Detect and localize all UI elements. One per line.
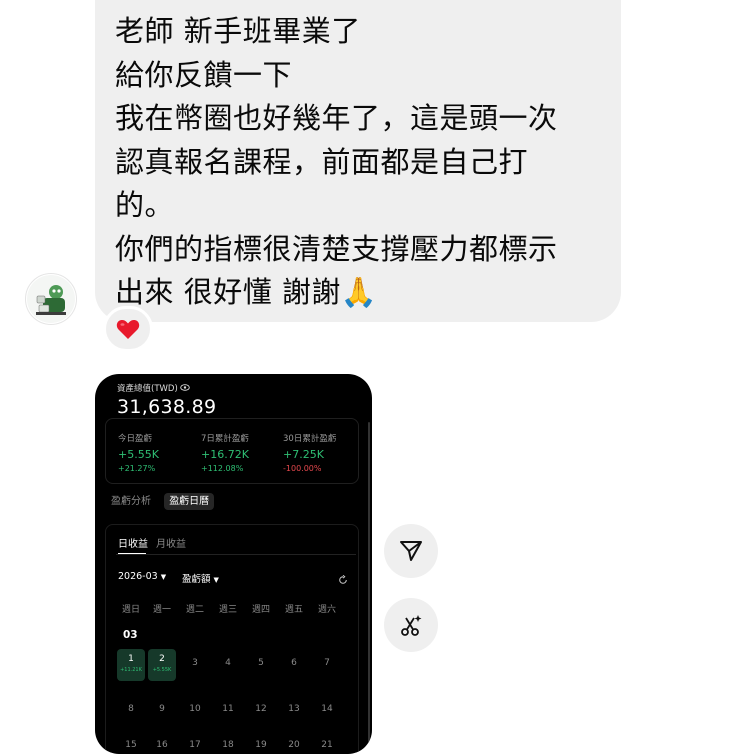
stat-percent: +112.08% <box>201 464 244 473</box>
tab-pnl-calendar[interactable]: 盈虧日曆 <box>164 493 215 510</box>
calendar-day[interactable]: 7 <box>312 658 342 668</box>
stat-30d: 30日累計盈虧 +7.25K -100.00% <box>283 432 336 473</box>
app-screenshot[interactable]: 資產總值(TWD) 31,638.89 今日盈虧 +5.55K +21.27% … <box>95 374 372 754</box>
caret-down-icon: ▼ <box>160 573 167 581</box>
calendar-day[interactable]: 8 <box>116 704 146 714</box>
scrollbar[interactable] <box>368 422 370 752</box>
tab-pnl-analysis[interactable]: 盈虧分析 <box>111 496 151 507</box>
message-line: 的。 <box>115 188 175 222</box>
stat-7d: 7日累計盈虧 +16.72K +112.08% <box>201 432 249 473</box>
calendar-day[interactable]: 5 <box>246 658 276 668</box>
month-heading: 03 <box>123 629 138 641</box>
asset-label: 資產總值(TWD) <box>117 382 191 394</box>
stat-label: 7日累計盈虧 <box>201 434 249 444</box>
stat-label: 今日盈虧 <box>118 434 153 444</box>
stat-value: +5.55K <box>118 448 159 461</box>
stat-value: +7.25K <box>283 448 324 461</box>
weekday-label: 週五 <box>284 605 303 615</box>
weekday-label: 週二 <box>185 605 204 615</box>
calendar-day[interactable]: 4 <box>213 658 243 668</box>
stat-percent: +21.27% <box>118 464 156 473</box>
day-number: 2 <box>159 654 165 664</box>
tab-monthly[interactable]: 月收益 <box>156 535 186 550</box>
weekday-label: 週六 <box>317 605 336 615</box>
message-line: 出來 很好懂 謝謝🙏 <box>115 275 378 309</box>
pnl-summary-card: 今日盈虧 +5.55K +21.27% 7日累計盈虧 +16.72K +112.… <box>105 418 359 484</box>
calendar-day[interactable]: 6 <box>279 658 309 668</box>
message-line: 老師 新手班畢業了 <box>115 14 361 48</box>
scissors-sparkle-icon <box>401 615 422 636</box>
day-pnl: +5.55K <box>152 667 172 673</box>
month-value: 2026-03 <box>118 571 158 582</box>
metric-selector[interactable]: 盈虧額 ▼ <box>182 571 219 585</box>
weekday-label: 週三 <box>218 605 237 615</box>
pnl-calendar: 日收益 月收益 2026-03 ▼ 盈虧額 ▼ 週日 週一 週二 週三 週四 週五 週六 0… <box>105 524 359 754</box>
stat-value: +16.72K <box>201 448 249 461</box>
message-line: 你們的指標很清楚支撐壓力都標示 <box>115 231 558 266</box>
heart-reaction[interactable] <box>103 306 153 352</box>
stat-percent: -100.00% <box>283 464 322 473</box>
tab-daily[interactable]: 日收益 <box>118 535 148 550</box>
heart-icon <box>116 319 140 339</box>
send-icon <box>400 541 422 561</box>
calendar-day[interactable]: 9 <box>147 704 177 714</box>
calendar-day[interactable]: 3 <box>180 658 210 668</box>
month-selector[interactable]: 2026-03 ▼ <box>118 571 166 582</box>
weekday-label: 週四 <box>251 605 270 615</box>
caret-down-icon: ▼ <box>213 576 219 584</box>
weekday-label: 週日 <box>121 605 140 615</box>
calendar-day-profit[interactable]: 2 +5.55K <box>148 649 176 681</box>
divider <box>116 554 356 555</box>
section-tabs: 盈虧分析 盈虧日曆 <box>111 492 215 510</box>
message-line: 我在幣圈也好幾年了，這是頭一次 <box>115 101 558 135</box>
share-button[interactable] <box>384 524 438 578</box>
metric-value: 盈虧額 <box>182 574 211 585</box>
calendar-day[interactable]: 12 <box>246 704 276 714</box>
day-pnl: +11.21K <box>120 667 142 673</box>
stat-label: 30日累計盈虧 <box>283 434 337 444</box>
message-bubble[interactable]: 老師 新手班畢業了 給你反饋一下 我在幣圈也好幾年了，這是頭一次 認真報名課程，… <box>95 0 621 322</box>
asset-value: 31,638.89 <box>117 396 217 418</box>
day-number: 1 <box>128 654 134 664</box>
ai-edit-button[interactable] <box>384 598 438 652</box>
avatar[interactable] <box>25 273 77 325</box>
weekday-label: 週一 <box>152 605 171 615</box>
message-line: 認真報名課程，前面都是自己打 <box>115 144 529 179</box>
calendar-day[interactable]: 11 <box>213 704 243 714</box>
message-line: 給你反饋一下 <box>115 57 293 92</box>
calendar-day-profit[interactable]: 1 +11.21K <box>117 649 145 681</box>
avatar-image-icon <box>27 275 75 323</box>
eye-icon[interactable] <box>180 383 191 394</box>
refresh-icon[interactable] <box>338 570 348 589</box>
calendar-day[interactable]: 14 <box>312 704 342 714</box>
stat-today: 今日盈虧 +5.55K +21.27% <box>118 432 159 473</box>
asset-label-text: 資產總值(TWD) <box>117 384 178 394</box>
calendar-day[interactable]: 13 <box>279 704 309 714</box>
calendar-day[interactable]: 10 <box>180 704 210 714</box>
